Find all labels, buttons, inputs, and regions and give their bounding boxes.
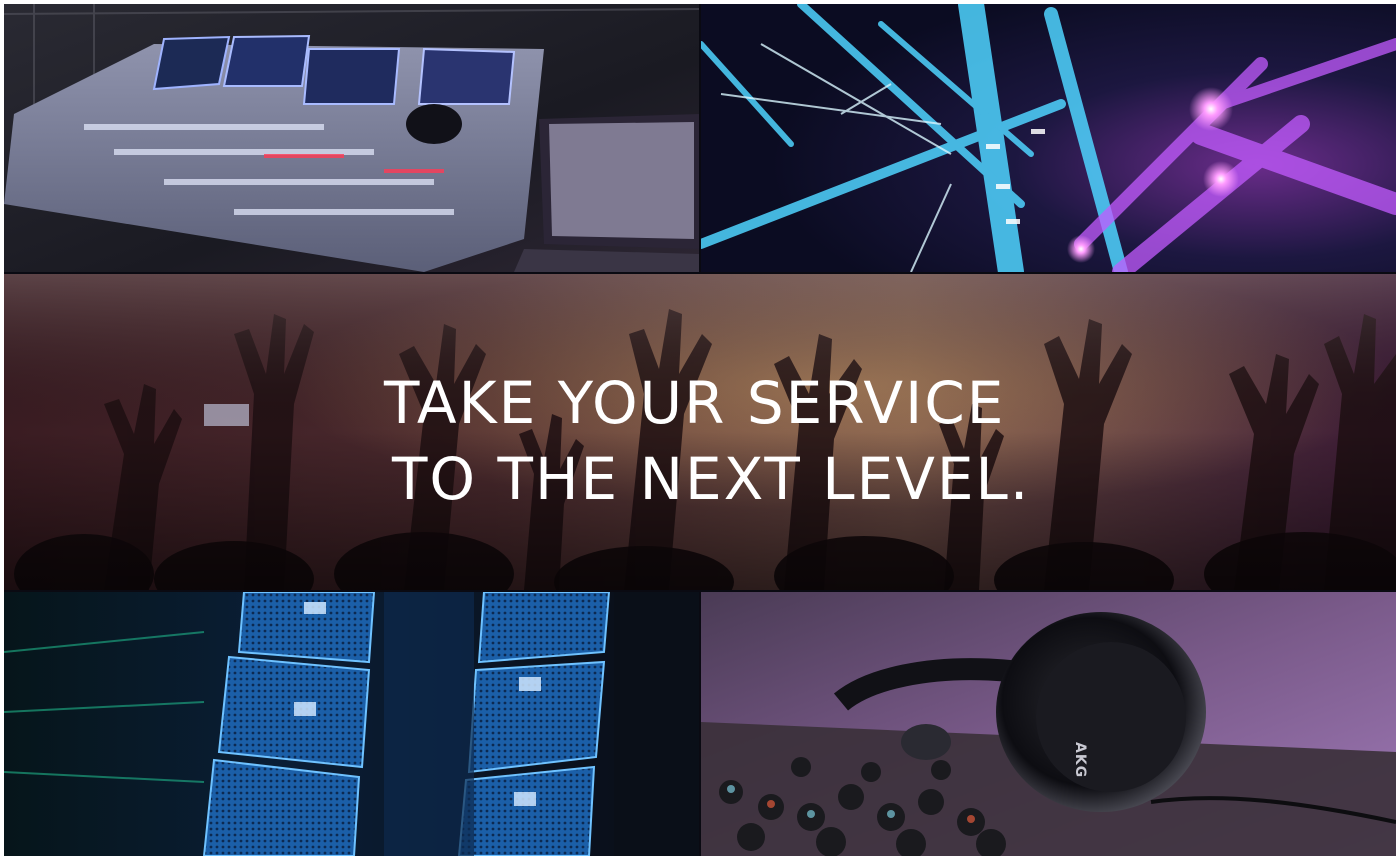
- mixing-console-photo: [4, 4, 699, 272]
- collage: TAKE YOUR SERVICE TO THE NEXT LEVEL. AKG: [4, 4, 1396, 856]
- headline-line-2: TO THE NEXT LEVEL.: [392, 445, 1031, 513]
- headline-line-1: TAKE YOUR SERVICE: [384, 369, 1006, 437]
- line-array-speakers-photo: [4, 592, 699, 856]
- stage-lights-photo: [701, 4, 1396, 272]
- akg-logo: AKG: [1072, 742, 1088, 778]
- crowd-hands-photo: TAKE YOUR SERVICE TO THE NEXT LEVEL.: [4, 274, 1396, 590]
- headline: TAKE YOUR SERVICE TO THE NEXT LEVEL.: [4, 274, 1396, 590]
- headphones-on-mixer-photo: AKG: [701, 592, 1396, 856]
